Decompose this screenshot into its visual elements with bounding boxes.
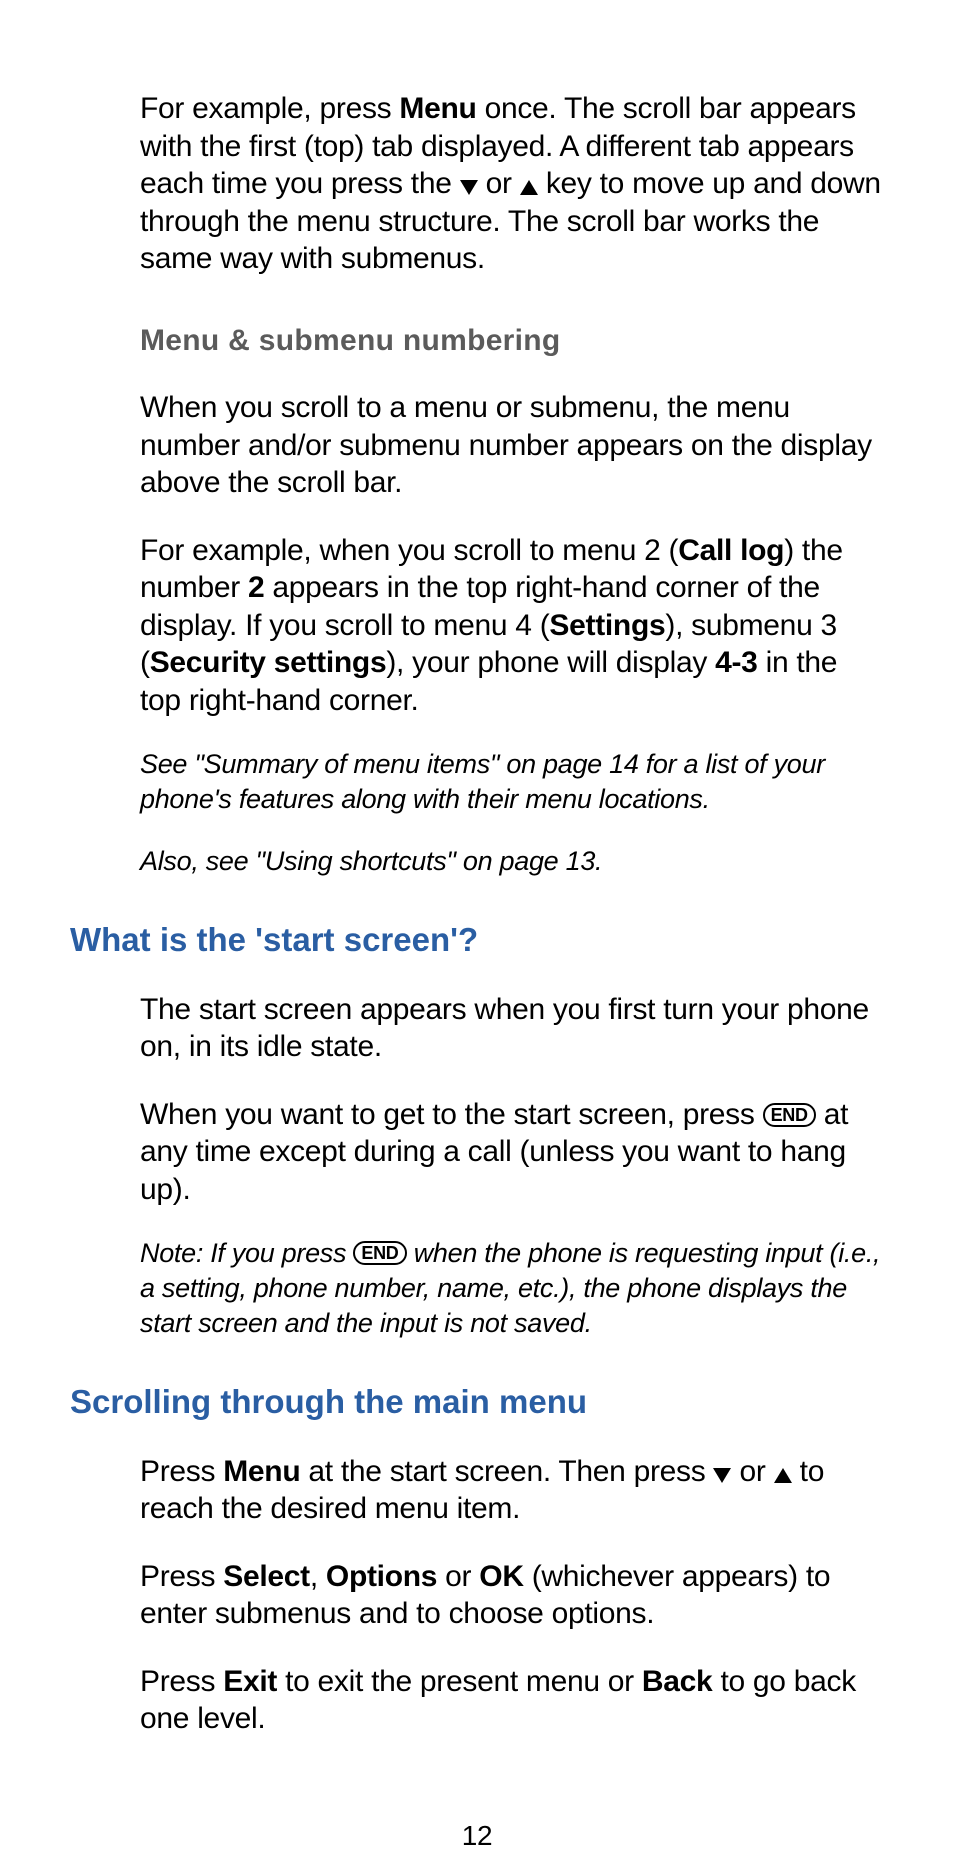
note-see-shortcuts: Also, see "Using shortcuts" on page 13.	[140, 844, 884, 879]
down-arrow-icon	[460, 180, 478, 195]
note-see-summary: See "Summary of menu items" on page 14 f…	[140, 747, 884, 817]
back-label: Back	[642, 1665, 713, 1698]
call-log-label: Call log	[678, 534, 784, 567]
paragraph-scroll-1: Press Menu at the start screen. Then pre…	[140, 1453, 884, 1528]
paragraph-numbering-2: For example, when you scroll to menu 2 (…	[140, 532, 884, 720]
text: or	[731, 1455, 773, 1488]
down-arrow-icon	[713, 1468, 731, 1483]
text: or	[478, 167, 520, 200]
subheading-menu-numbering: Menu & submenu numbering	[140, 322, 884, 360]
menu-label: Menu	[223, 1455, 300, 1488]
page-content: For example, press Menu once. The scroll…	[0, 0, 954, 1853]
options-label: Options	[326, 1560, 437, 1593]
text: at the start screen. Then press	[300, 1455, 713, 1488]
text: For example, when you scroll to menu 2 (	[140, 534, 678, 567]
text: to exit the present menu or	[277, 1665, 642, 1698]
exit-label: Exit	[223, 1665, 277, 1698]
up-arrow-icon	[520, 180, 538, 195]
text: ), your phone will display	[386, 646, 715, 679]
text: Press	[140, 1665, 223, 1698]
text: or	[437, 1560, 479, 1593]
paragraph-scroll-2: Press Select, Options or OK (whichever a…	[140, 1558, 884, 1633]
end-key-icon: END	[763, 1103, 816, 1127]
text: For example, press	[140, 92, 399, 125]
end-key-icon: END	[353, 1241, 406, 1265]
paragraph-start-2: When you want to get to the start screen…	[140, 1096, 884, 1209]
heading-start-screen: What is the 'start screen'?	[70, 919, 884, 960]
heading-scrolling: Scrolling through the main menu	[70, 1381, 884, 1422]
note-end-key: Note: If you press END when the phone is…	[140, 1236, 884, 1341]
text: When you want to get to the start screen…	[140, 1098, 763, 1131]
settings-label: Settings	[549, 609, 665, 642]
text: ,	[310, 1560, 326, 1593]
security-settings-label: Security settings	[150, 646, 387, 679]
paragraph-numbering-1: When you scroll to a menu or submenu, th…	[140, 389, 884, 502]
text: Note: If you press	[140, 1238, 353, 1268]
paragraph-start-1: The start screen appears when you first …	[140, 991, 884, 1066]
text: Press	[140, 1560, 223, 1593]
number-2: 2	[248, 571, 264, 604]
text: Press	[140, 1455, 223, 1488]
page-number: 12	[70, 1818, 884, 1853]
menu-label: Menu	[399, 92, 476, 125]
paragraph-intro: For example, press Menu once. The scroll…	[140, 90, 884, 278]
number-4-3: 4-3	[715, 646, 757, 679]
up-arrow-icon	[774, 1468, 792, 1483]
ok-label: OK	[479, 1560, 523, 1593]
paragraph-scroll-3: Press Exit to exit the present menu or B…	[140, 1663, 884, 1738]
select-label: Select	[223, 1560, 310, 1593]
